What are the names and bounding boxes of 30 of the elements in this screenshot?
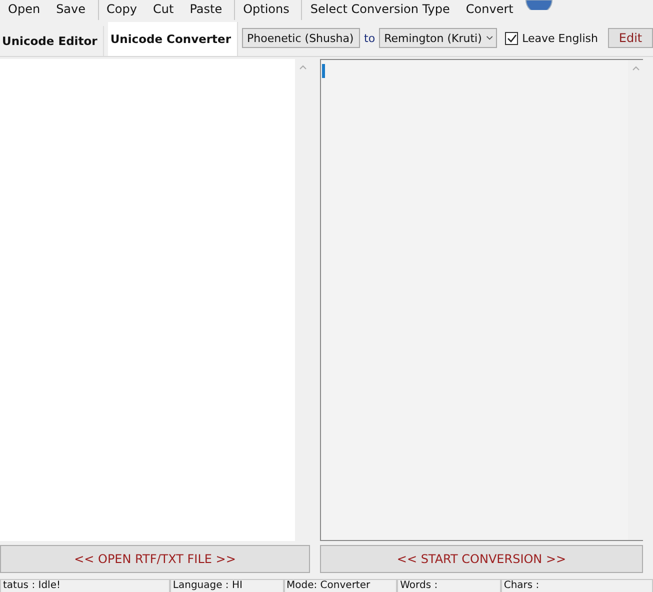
toolbar-button[interactable]: Select Conversion Type	[301, 0, 458, 20]
checkbox-label: Leave English	[522, 32, 598, 44]
source-text-area[interactable]	[0, 59, 310, 541]
checkbox[interactable]	[505, 32, 518, 44]
chevron-down-icon	[486, 35, 494, 41]
status-field: Chars :	[500, 579, 653, 592]
edit-button[interactable]: Edit	[608, 28, 653, 48]
toolbar-button[interactable]: Paste	[182, 0, 230, 20]
target-dropdown[interactable]: Remington (Kruti)	[379, 28, 498, 48]
toolbar-button[interactable]: Cut	[144, 0, 182, 20]
status-field: Words :	[397, 579, 501, 592]
toolbar-button[interactable]: Convert	[458, 0, 522, 20]
chevron-up-icon[interactable]	[632, 66, 640, 71]
open-file-button[interactable]: << OPEN RTF/TXT FILE >>	[0, 545, 310, 573]
tab[interactable]: Unicode Editor	[0, 26, 104, 56]
info-icon[interactable]	[525, 0, 554, 10]
to-label: to	[364, 32, 376, 44]
status-field: tatus : Idle!	[0, 579, 170, 592]
start-conversion-button[interactable]: << START CONVERSION >>	[320, 545, 643, 573]
text-cursor	[322, 64, 325, 78]
toolbar-button[interactable]: Open	[0, 0, 48, 20]
tab[interactable]: Unicode Converter	[108, 22, 238, 56]
chevron-up-icon[interactable]	[298, 65, 306, 70]
output-text-area[interactable]	[320, 59, 643, 541]
toolbar-button[interactable]: Options	[234, 0, 298, 20]
status-field: Mode: Converter	[284, 579, 398, 592]
toolbar-button[interactable]: Copy	[98, 0, 145, 20]
status-field: Language : HI	[170, 579, 284, 592]
source-dropdown[interactable]: Phoenetic (Shusha)	[242, 28, 360, 48]
toolbar-button[interactable]: Save	[48, 0, 94, 20]
